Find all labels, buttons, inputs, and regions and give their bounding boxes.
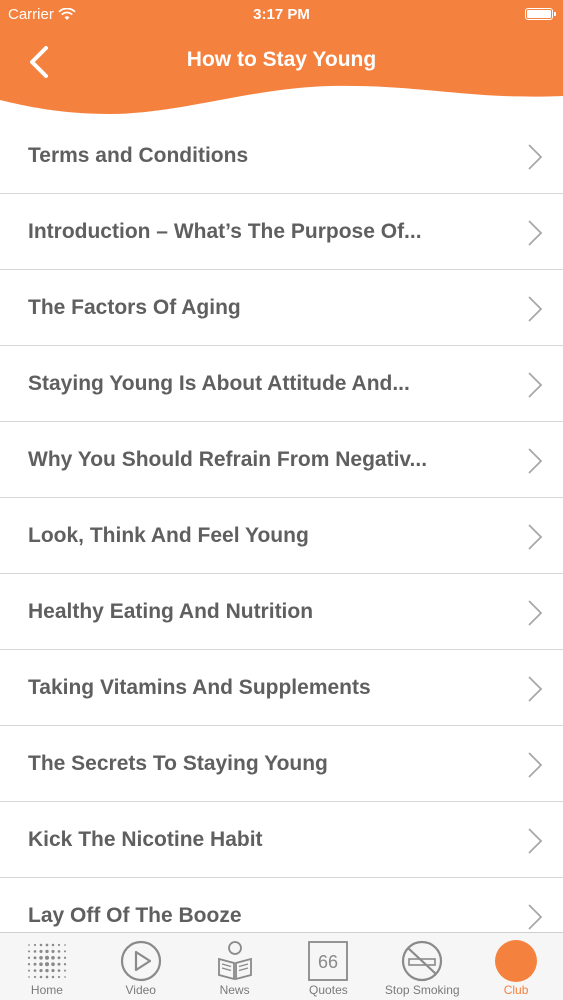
chevron-right-icon [528, 220, 543, 246]
list-item-label: Taking Vitamins And Supplements [28, 676, 371, 699]
tab-home[interactable]: Home [0, 933, 94, 1000]
list-item[interactable]: Introduction – What’s The Purpose Of... [0, 194, 563, 270]
tab-home-label: Home [30, 983, 63, 997]
nav-header: Carrier 3:17 PM How to Stay Young [0, 0, 563, 118]
chevron-right-icon [528, 448, 543, 474]
tab-stop-smoking[interactable]: Stop Smoking [375, 933, 469, 1000]
status-bar: Carrier 3:17 PM [0, 0, 563, 30]
tab-quotes[interactable]: 66 Quotes [281, 933, 375, 1000]
tab-quotes-label: Quotes [309, 983, 348, 997]
list-item-label: Why You Should Refrain From Negativ... [28, 448, 428, 471]
battery-fill [527, 10, 551, 18]
list-item[interactable]: Terms and Conditions [0, 118, 563, 194]
chevron-right-icon [528, 752, 543, 778]
list-item-label: Look, Think And Feel Young [28, 524, 309, 547]
list-item[interactable]: Why You Should Refrain From Negativ... [0, 422, 563, 498]
page-title: How to Stay Young [186, 48, 377, 71]
list-item-label: Kick The Nicotine Habit [28, 828, 263, 851]
chevron-right-icon [528, 296, 543, 322]
chevron-right-icon [528, 524, 543, 550]
list-item[interactable]: Lay Off Of The Booze [0, 878, 563, 933]
list-item[interactable]: Look, Think And Feel Young [0, 498, 563, 574]
battery-icon [525, 8, 556, 20]
list-item-label: The Factors Of Aging [28, 296, 241, 319]
list-item-label: The Secrets To Staying Young [28, 752, 328, 775]
status-time: 3:17 PM [253, 6, 310, 23]
list-item-label: Lay Off Of The Booze [28, 904, 242, 927]
tab-stop-smoking-label: Stop Smoking [384, 983, 460, 997]
list-item[interactable]: The Factors Of Aging [0, 270, 563, 346]
tab-news[interactable]: News [188, 933, 282, 1000]
chevron-right-icon [528, 372, 543, 398]
chevron-right-icon [528, 904, 543, 930]
list-item[interactable]: Staying Young Is About Attitude And... [0, 346, 563, 422]
tab-video-label: Video [125, 983, 156, 997]
list-item[interactable]: Healthy Eating And Nutrition [0, 574, 563, 650]
chapter-list: Terms and Conditions Introduction – What’… [0, 118, 563, 933]
tab-club-label: Club [503, 983, 529, 997]
chevron-right-icon [528, 676, 543, 702]
quote-66-icon: 66 [305, 939, 351, 983]
list-item[interactable]: The Secrets To Staying Young [0, 726, 563, 802]
club-circle-icon [493, 939, 539, 983]
chevron-right-icon [528, 600, 543, 626]
list-item-label: Staying Young Is About Attitude And... [28, 372, 410, 395]
chevron-right-icon [528, 828, 543, 854]
list-item[interactable]: Taking Vitamins And Supplements [0, 650, 563, 726]
tab-bar: Home Video News 66 Quotes Stop Smoking C… [0, 932, 563, 1000]
tab-video[interactable]: Video [94, 933, 188, 1000]
list-item-label: Introduction – What’s The Purpose Of... [28, 220, 422, 243]
home-dots-icon [24, 939, 70, 983]
tab-news-label: News [219, 983, 250, 997]
quote-glyph: 66 [318, 952, 338, 972]
tab-club[interactable]: Club [469, 933, 563, 1000]
list-item-label: Terms and Conditions [28, 144, 249, 167]
list-item[interactable]: Kick The Nicotine Habit [0, 802, 563, 878]
news-reader-icon [212, 939, 258, 983]
no-smoking-icon [399, 939, 445, 983]
play-icon [118, 939, 164, 983]
chevron-right-icon [528, 144, 543, 170]
list-item-label: Healthy Eating And Nutrition [28, 600, 314, 623]
